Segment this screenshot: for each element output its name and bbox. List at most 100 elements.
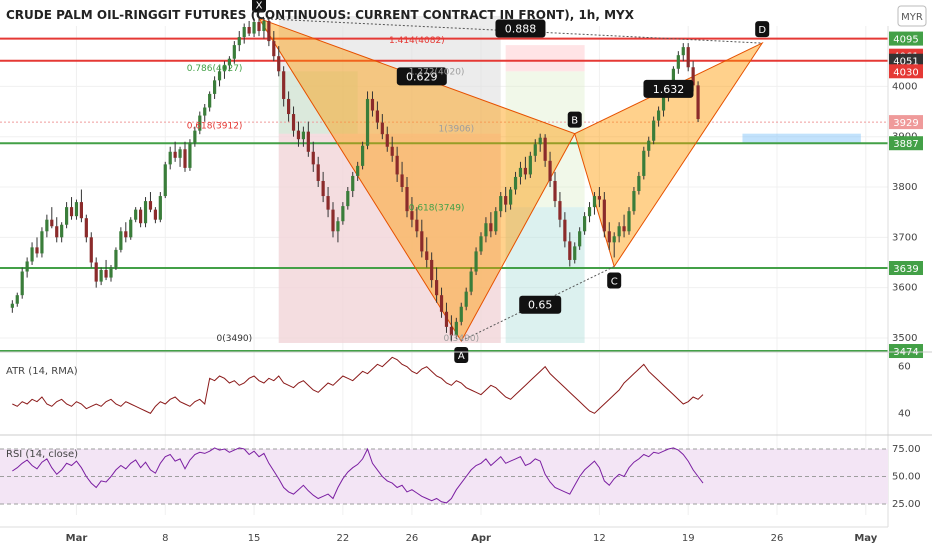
candle: [188, 139, 192, 171]
candle: [158, 192, 162, 223]
candle-body: [148, 201, 153, 210]
candle: [632, 187, 636, 215]
candle-body: [203, 107, 207, 116]
price-tag[interactable]: 4095: [889, 31, 923, 46]
candle-body: [538, 137, 542, 145]
candle-body: [657, 110, 661, 121]
price-tag-label: 3887: [893, 139, 918, 150]
price-tag[interactable]: 3887: [889, 136, 923, 151]
candle-body: [370, 98, 375, 111]
x-tick-label: Apr: [471, 533, 491, 544]
price-tag-label: 3929: [893, 118, 918, 129]
candle-body: [597, 196, 601, 200]
candle-body: [84, 218, 88, 238]
candle-body: [681, 47, 685, 56]
ratio-label[interactable]: 1.632: [643, 79, 694, 98]
candle-body: [489, 223, 493, 232]
candle-body: [60, 224, 64, 238]
candle-body: [321, 180, 325, 197]
rsi-label: RSI (14, close): [6, 449, 78, 460]
candle-body: [430, 259, 434, 281]
x-tick-label: May: [854, 533, 877, 544]
candle-body: [336, 221, 340, 232]
fib-label: 1(3906): [439, 125, 475, 135]
candle-body: [119, 231, 123, 250]
candle-body: [331, 209, 335, 232]
pattern-point-d[interactable]: D: [755, 21, 770, 38]
fib-label: 1.414(4082): [389, 36, 445, 46]
ratio-label[interactable]: 0.65: [519, 295, 562, 314]
candle-body: [435, 280, 439, 296]
candle: [143, 197, 148, 228]
candle-body: [395, 155, 399, 175]
candle-body: [696, 85, 700, 120]
candle-body: [587, 207, 592, 217]
chart-svg: XABCD0.6290.8881.6320.651.414(4082)0.786…: [0, 0, 932, 550]
candle-body: [267, 20, 271, 42]
price-tag-label: 3474: [893, 347, 918, 358]
candle-body: [99, 270, 103, 282]
candle-body: [262, 20, 266, 32]
currency-badge[interactable]: MYR: [897, 5, 927, 27]
pattern-point-label: D: [758, 25, 766, 36]
candle-body: [193, 130, 197, 143]
pattern-point-a[interactable]: A: [454, 346, 469, 363]
candle-body: [509, 189, 513, 205]
candle-body: [469, 271, 473, 292]
candle: [129, 217, 133, 240]
candle-body: [183, 149, 187, 168]
candle-body: [25, 261, 29, 272]
price-tag[interactable]: 3474: [889, 344, 923, 359]
fib-label: 0(3490): [443, 334, 479, 344]
candle: [642, 146, 646, 180]
candle-body: [79, 202, 83, 219]
candle-body: [518, 167, 523, 177]
rsi-tick-label: 75.00: [892, 444, 921, 455]
atr-tick-label: 60: [898, 362, 911, 373]
candle-body: [114, 249, 118, 268]
candle: [474, 247, 478, 276]
candle-body: [543, 137, 547, 161]
candle-body: [326, 196, 330, 210]
candle-body: [375, 110, 379, 123]
price-tag[interactable]: 4030: [889, 64, 923, 79]
x-tick-label: 26: [771, 533, 784, 544]
candle-body: [188, 142, 192, 168]
candle-body: [385, 134, 389, 147]
candle-body: [237, 37, 241, 46]
candle-body: [232, 45, 236, 59]
price-tick-label: 3500: [892, 333, 917, 344]
candle-body: [484, 223, 488, 237]
pattern-point-c[interactable]: C: [607, 272, 622, 289]
candle-body: [163, 164, 167, 197]
candle-body: [74, 202, 79, 217]
rsi-tick-label: 25.00: [892, 499, 921, 510]
x-tick-label: Mar: [66, 533, 88, 544]
candle-body: [153, 209, 157, 220]
candle-body: [20, 271, 24, 296]
atr-label: ATR (14, RMA): [6, 366, 78, 377]
rsi-tick-label: 50.00: [892, 472, 921, 483]
ratio-label[interactable]: 0.888: [495, 19, 546, 38]
candle-body: [178, 149, 182, 158]
candle-body: [602, 199, 606, 232]
price-tag[interactable]: 3929: [889, 115, 923, 130]
candle-body: [296, 130, 301, 140]
candle-body: [316, 164, 320, 181]
candle-body: [558, 201, 562, 220]
candle-body: [612, 236, 616, 243]
candle-body: [69, 207, 74, 217]
candle-body: [627, 211, 631, 232]
price-tag[interactable]: 3639: [889, 261, 923, 276]
candle-body: [311, 151, 315, 165]
price-tick-label: 3600: [892, 283, 917, 294]
candle-body: [139, 209, 143, 224]
pattern-point-b[interactable]: B: [567, 111, 582, 128]
candle: [20, 267, 24, 299]
candle-body: [247, 27, 251, 34]
zone-lightred: [505, 45, 585, 72]
candle-body: [242, 27, 246, 38]
candle-body: [533, 144, 537, 156]
candle-body: [425, 251, 429, 260]
candle-body: [622, 226, 626, 232]
